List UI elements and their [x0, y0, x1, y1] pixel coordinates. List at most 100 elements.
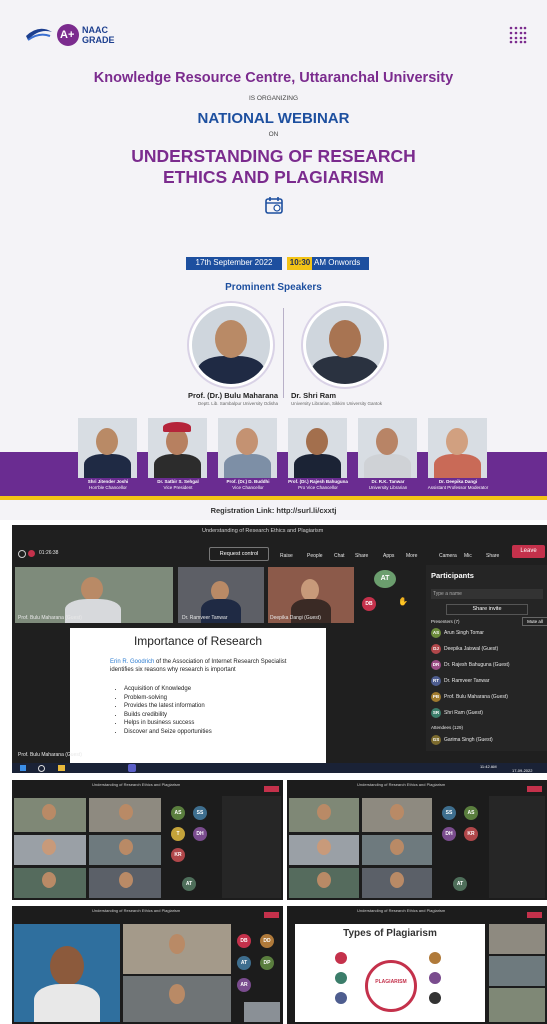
participant-name[interactable]: Garima Singh (Guest): [444, 737, 493, 743]
presenter-label: Prof. Bulu Maharana (Guest): [18, 752, 82, 758]
gallery-avatar[interactable]: KR: [171, 848, 185, 862]
gallery-video-tile[interactable]: [14, 798, 86, 832]
active-speaker-tile[interactable]: [14, 924, 120, 1022]
quote-icon: [335, 972, 347, 984]
gallery-video-tile[interactable]: [289, 835, 359, 865]
presenters-section-label[interactable]: Presenters (7): [431, 619, 460, 624]
gallery-video-tile[interactable]: [362, 835, 432, 865]
gallery-video-tile[interactable]: [14, 835, 86, 865]
gallery-avatar[interactable]: DB: [237, 934, 251, 948]
slide-bullet: Helps in business success: [124, 719, 324, 728]
gallery-avatar[interactable]: DP: [260, 956, 274, 970]
apps-button[interactable]: Apps: [383, 553, 394, 559]
panel-photo-1: [78, 418, 137, 478]
self-view-tile[interactable]: [244, 1002, 280, 1022]
record-icon: [28, 550, 35, 557]
participant-avatar: DJ: [431, 644, 441, 654]
gallery-video-tile[interactable]: [89, 868, 161, 898]
participant-name[interactable]: Deepika Jaiswal (Guest): [444, 646, 498, 652]
speaker-photo-1: [189, 303, 273, 387]
gallery-video-tile[interactable]: [89, 835, 161, 865]
gallery-avatar[interactable]: T: [171, 827, 185, 841]
gallery-video-tile[interactable]: [489, 924, 545, 954]
slide-author: Erin R. Goodrich: [110, 659, 155, 665]
mic-button[interactable]: Mic: [464, 553, 472, 559]
gallery-avatar[interactable]: AS: [171, 806, 185, 820]
copy-icon: [335, 952, 347, 964]
avatar-db[interactable]: DB: [362, 597, 376, 611]
document-icon: [429, 972, 441, 984]
time-suffix: AM Onwords: [314, 258, 361, 267]
leave-button[interactable]: Leave: [512, 545, 545, 558]
registration-link[interactable]: Registration Link: http://surl.li/cxxtj: [0, 506, 547, 515]
mute-all-button[interactable]: Mute all: [522, 617, 547, 626]
people-button[interactable]: People: [307, 553, 323, 559]
leave-button[interactable]: [527, 912, 542, 918]
leave-button[interactable]: [264, 912, 279, 918]
naac-label-top: NAAC: [82, 25, 108, 35]
raise-button[interactable]: Raise: [280, 553, 293, 559]
search-icon[interactable]: [38, 765, 45, 772]
gallery-avatar[interactable]: KR: [464, 827, 478, 841]
camera-button[interactable]: Camera: [439, 553, 457, 559]
share-invite-button[interactable]: Share invite: [446, 604, 528, 615]
gallery-avatar[interactable]: AR: [237, 978, 251, 992]
chat-button[interactable]: Chat: [334, 553, 345, 559]
gallery-avatar[interactable]: DD: [260, 934, 274, 948]
plagiarism-slide-heading: Types of Plagiarism: [343, 928, 437, 939]
slide-heading: Importance of Research: [133, 634, 263, 648]
gallery-video-tile[interactable]: [362, 868, 432, 898]
teams-icon[interactable]: [128, 764, 136, 772]
gallery-avatar[interactable]: AS: [464, 806, 478, 820]
participant-name[interactable]: Dr. Ramveer Tanwar: [444, 678, 489, 684]
avatar-at[interactable]: AT: [374, 570, 396, 588]
gallery-avatar[interactable]: AT: [182, 877, 196, 891]
shield-icon: [18, 550, 26, 558]
participant-name[interactable]: Arun Singh Tomar: [444, 630, 484, 636]
webinar-title-line2: ETHICS AND PLAGIARISM: [162, 167, 385, 187]
gallery-video-tile[interactable]: [123, 924, 231, 974]
panel-photo-4: [288, 418, 347, 478]
leave-button[interactable]: [264, 786, 279, 792]
gallery-video-tile[interactable]: [14, 868, 86, 898]
gallery-avatar[interactable]: DH: [442, 827, 456, 841]
gallery-video-tile[interactable]: [489, 956, 545, 986]
gallery-video-tile[interactable]: [123, 976, 231, 1022]
meeting-bottom-left: Understanding of Research Ethics and Pla…: [12, 906, 283, 1024]
panel-role-2: Vice President: [163, 485, 193, 490]
taskbar-time: 11:42 AM: [480, 764, 497, 769]
panel-photo-5: [358, 418, 417, 478]
file-explorer-icon[interactable]: [58, 765, 65, 771]
share-reaction-button[interactable]: Share: [355, 553, 368, 559]
calendar-icon: [264, 195, 284, 215]
participant-avatar: DR: [431, 660, 441, 670]
attendees-section-label[interactable]: Attendees (129): [431, 725, 463, 730]
gallery-video-tile[interactable]: [362, 798, 432, 832]
gallery-avatar[interactable]: SS: [442, 806, 456, 820]
request-control-button[interactable]: Request control: [209, 547, 269, 561]
gallery-avatar[interactable]: DH: [193, 827, 207, 841]
meeting-window-title: Understanding of Research Ethics and Pla…: [202, 528, 324, 534]
panel-name-5: Dr. R.K. Tanwar: [371, 479, 405, 484]
panel-role-3: Vice Chancellor: [232, 485, 264, 490]
gallery-video-tile[interactable]: [89, 798, 161, 832]
participant-name[interactable]: Prof. Bulu Maharana (Guest): [444, 694, 508, 700]
participant-name[interactable]: Dr. Rajesh Bahuguna (Guest): [444, 662, 510, 668]
participant-search-input[interactable]: Type a name: [431, 589, 543, 599]
gallery-avatar[interactable]: AT: [453, 877, 467, 891]
participant-name[interactable]: Shri Ram (Guest): [444, 710, 483, 716]
share-screen-button[interactable]: Share: [486, 553, 499, 559]
panel-role-6: Assistant Professor Moderator: [427, 485, 489, 490]
gallery-avatar[interactable]: AT: [237, 956, 251, 970]
gallery-avatar[interactable]: SS: [193, 806, 207, 820]
university-logo: [24, 22, 54, 44]
participants-panel: Participants Type a name Share invite Pr…: [426, 565, 547, 751]
gallery-video-tile[interactable]: [289, 798, 359, 832]
gallery-video-tile[interactable]: [289, 868, 359, 898]
gallery-video-tile[interactable]: [489, 988, 545, 1022]
leave-button[interactable]: [527, 786, 542, 792]
more-button[interactable]: More: [406, 553, 417, 559]
video-tile-2-label: Dr. Ramveer Tanwar: [182, 615, 228, 621]
windows-start-icon[interactable]: [20, 765, 26, 771]
date-text: 17th September 2022: [195, 258, 273, 267]
